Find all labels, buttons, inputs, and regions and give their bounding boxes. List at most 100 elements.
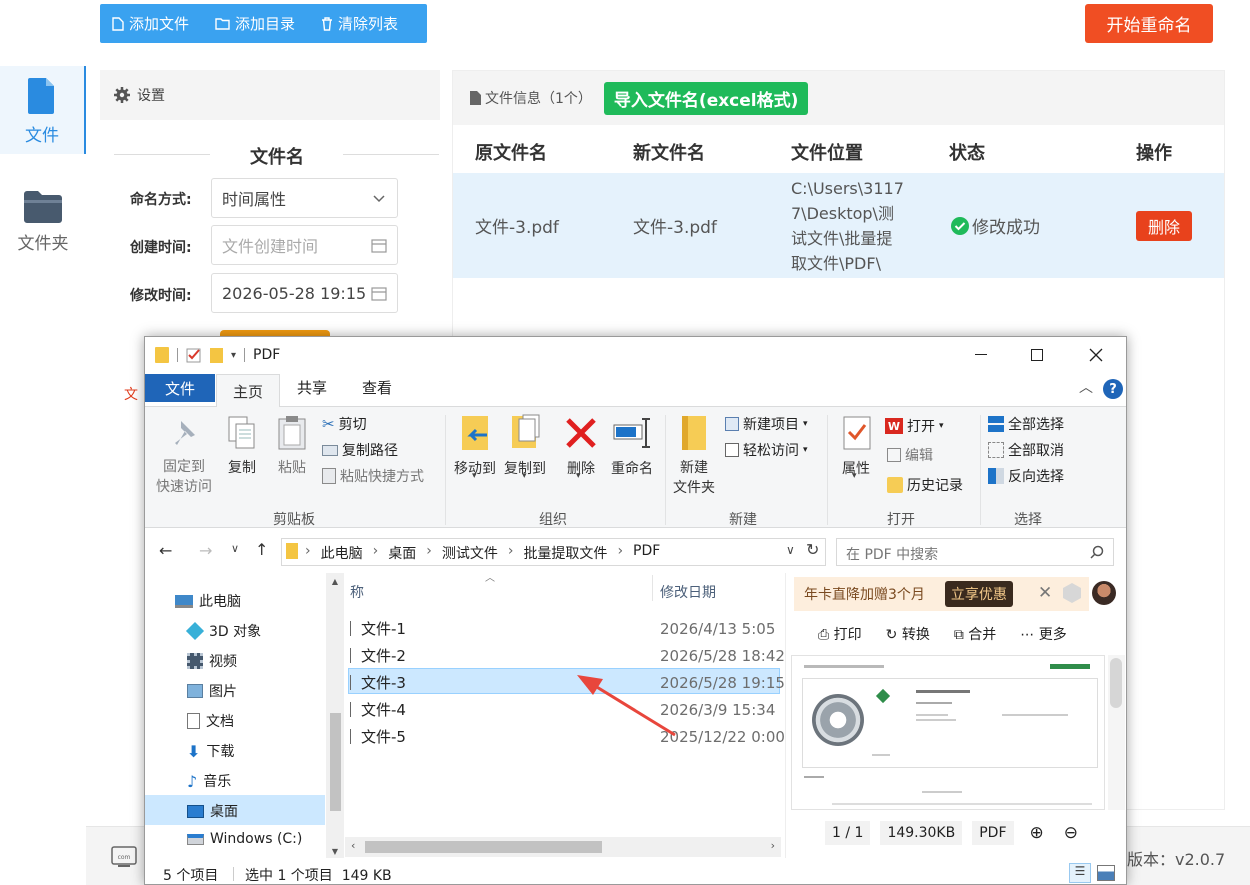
- checkbox-properties-icon[interactable]: [186, 347, 202, 363]
- delete-button[interactable]: 删除: [563, 458, 599, 478]
- settings-title: 设置: [137, 88, 165, 104]
- created-time-input[interactable]: 文件创建时间: [211, 225, 398, 265]
- nav-item-pictures[interactable]: 图片: [187, 681, 237, 701]
- rail-item-folder[interactable]: 文件夹: [0, 180, 86, 260]
- large-icons-view-button[interactable]: [1097, 865, 1115, 881]
- refresh-icon[interactable]: ↻: [806, 540, 819, 559]
- maximize-button[interactable]: [1031, 349, 1043, 361]
- breadcrumb-item[interactable]: 桌面: [388, 543, 416, 563]
- cell-status: 修改成功: [951, 213, 1040, 238]
- tab-file[interactable]: 文件: [145, 374, 215, 402]
- edit-button[interactable]: 编辑: [887, 445, 933, 465]
- nav-item-documents[interactable]: 文档: [187, 711, 234, 731]
- section-divider-right: [343, 154, 439, 155]
- nav-scrollbar[interactable]: ▲ ▼: [326, 573, 344, 858]
- list-hscrollbar[interactable]: ‹ ›: [345, 837, 781, 857]
- convert-button[interactable]: ↻ 转换: [886, 624, 930, 644]
- tab-share[interactable]: 共享: [297, 377, 327, 398]
- tab-view[interactable]: 查看: [362, 377, 392, 398]
- nav-item-videos[interactable]: 视频: [187, 651, 237, 671]
- preview-scroll-thumb[interactable]: [1110, 658, 1122, 708]
- open-button[interactable]: W 打开 ▾: [885, 416, 944, 436]
- breadcrumb-item[interactable]: 批量提取文件: [523, 543, 607, 563]
- start-rename-button[interactable]: 开始重命名: [1085, 4, 1213, 43]
- promo-button[interactable]: 立享优惠: [944, 581, 1013, 607]
- history-button[interactable]: 历史记录: [887, 475, 963, 495]
- new-folder-icon[interactable]: [210, 347, 223, 363]
- new-item-label: 新建项目: [743, 417, 799, 433]
- scroll-down-icon[interactable]: ▼: [326, 847, 344, 856]
- nav-item-c-drive[interactable]: Windows (C:): [187, 831, 302, 847]
- import-excel-button[interactable]: 导入文件名(excel格式): [603, 81, 809, 115]
- search-input[interactable]: 在 PDF 中搜索: [836, 538, 1114, 566]
- nav-label: 此电脑: [199, 594, 241, 610]
- select-all-button[interactable]: 全部选择: [988, 414, 1064, 434]
- naming-select[interactable]: 时间属性: [211, 178, 398, 218]
- forward-button[interactable]: →: [199, 541, 212, 560]
- copy-to-dropdown-icon: ▾: [522, 471, 527, 481]
- new-folder-button[interactable]: 新建 文件夹: [666, 458, 722, 498]
- pin-quick-access-button[interactable]: 固定到 快速访问: [151, 457, 217, 497]
- file-name: 文件-3: [361, 674, 406, 692]
- ribbon-collapse-icon[interactable]: ︿: [1079, 377, 1093, 397]
- nav-item-3d-objects[interactable]: 3D 对象: [185, 621, 261, 641]
- promo-close-icon[interactable]: ✕: [1038, 583, 1052, 603]
- nav-item-downloads[interactable]: ⬇ 下载: [187, 741, 234, 761]
- minimize-button[interactable]: [975, 354, 987, 355]
- up-button[interactable]: ↑: [255, 540, 268, 559]
- recent-dropdown-icon[interactable]: ∨: [231, 542, 239, 555]
- nav-item-music[interactable]: ♪ 音乐: [187, 771, 231, 791]
- modified-time-input[interactable]: 2026-05-28 19:15: [211, 273, 398, 313]
- merge-button[interactable]: ⧉ 合并: [954, 624, 996, 644]
- copy-path-button[interactable]: 复制路径: [322, 440, 398, 460]
- nav-scroll-thumb[interactable]: [330, 713, 341, 811]
- zoom-out-icon[interactable]: ⊖: [1064, 823, 1078, 843]
- rail-item-file[interactable]: 文件: [0, 66, 86, 154]
- cut-button[interactable]: ✂ 剪切: [322, 414, 367, 434]
- add-file-button[interactable]: 添加文件: [112, 13, 189, 34]
- merge-icon: ⧉: [953, 627, 964, 643]
- invert-selection-button[interactable]: 反向选择: [988, 466, 1064, 486]
- breadcrumb-item[interactable]: 此电脑: [321, 543, 363, 563]
- more-button[interactable]: ⋯ 更多: [1020, 624, 1066, 644]
- easy-access-button[interactable]: 轻松访问 ▾: [725, 440, 808, 460]
- folder-outline-icon: [215, 18, 230, 30]
- details-view-button[interactable]: ☰: [1069, 863, 1091, 883]
- avatar[interactable]: [1092, 581, 1116, 605]
- select-none-button[interactable]: 全部取消: [988, 440, 1064, 460]
- col-name-header[interactable]: 称: [350, 582, 364, 602]
- tab-home[interactable]: 主页: [216, 374, 280, 407]
- nav-item-this-pc[interactable]: 此电脑: [175, 591, 241, 611]
- preview-vscrollbar[interactable]: [1108, 655, 1125, 810]
- rename-button[interactable]: 重命名: [607, 458, 657, 478]
- copy-button[interactable]: 复制: [225, 457, 259, 477]
- list-hscroll-thumb[interactable]: [365, 841, 602, 853]
- scroll-left-icon[interactable]: ‹: [351, 839, 355, 852]
- col-date-header[interactable]: 修改日期: [660, 582, 716, 602]
- clear-list-button[interactable]: 清除列表: [321, 13, 398, 34]
- breadcrumb-item[interactable]: PDF: [633, 543, 660, 563]
- add-dir-button[interactable]: 添加目录: [215, 13, 295, 34]
- back-button[interactable]: ←: [159, 541, 172, 560]
- delete-row-button[interactable]: 删除: [1136, 211, 1192, 241]
- table-row[interactable]: 文件-3.pdf 文件-3.pdf C:\Users\3117 7\Deskto…: [453, 173, 1224, 278]
- breadcrumb-sep: ›: [426, 543, 432, 559]
- help-icon[interactable]: ?: [1103, 379, 1123, 399]
- zoom-in-icon[interactable]: ⊕: [1030, 823, 1044, 843]
- paste-shortcut-button[interactable]: 粘贴快捷方式: [322, 466, 424, 486]
- qat-dropdown-icon[interactable]: ▾: [231, 350, 236, 361]
- section-title: 文件名: [250, 147, 304, 168]
- scroll-right-icon[interactable]: ›: [771, 839, 775, 852]
- quick-access-toolbar: ▾ PDF: [155, 347, 280, 363]
- print-button[interactable]: ⎙ 打印: [818, 624, 862, 644]
- website-icon[interactable]: com: [111, 846, 137, 868]
- scroll-up-icon[interactable]: ▲: [326, 577, 344, 586]
- pdf-text-line: [916, 714, 948, 716]
- breadcrumb-item[interactable]: 测试文件: [442, 543, 498, 563]
- paste-button[interactable]: 粘贴: [275, 457, 309, 477]
- settings-header: 设置: [100, 70, 440, 120]
- computer-icon: [175, 594, 193, 608]
- address-dropdown-icon[interactable]: ∨: [786, 543, 795, 557]
- new-item-button[interactable]: 新建项目 ▾: [725, 414, 808, 434]
- close-icon[interactable]: [1089, 348, 1103, 362]
